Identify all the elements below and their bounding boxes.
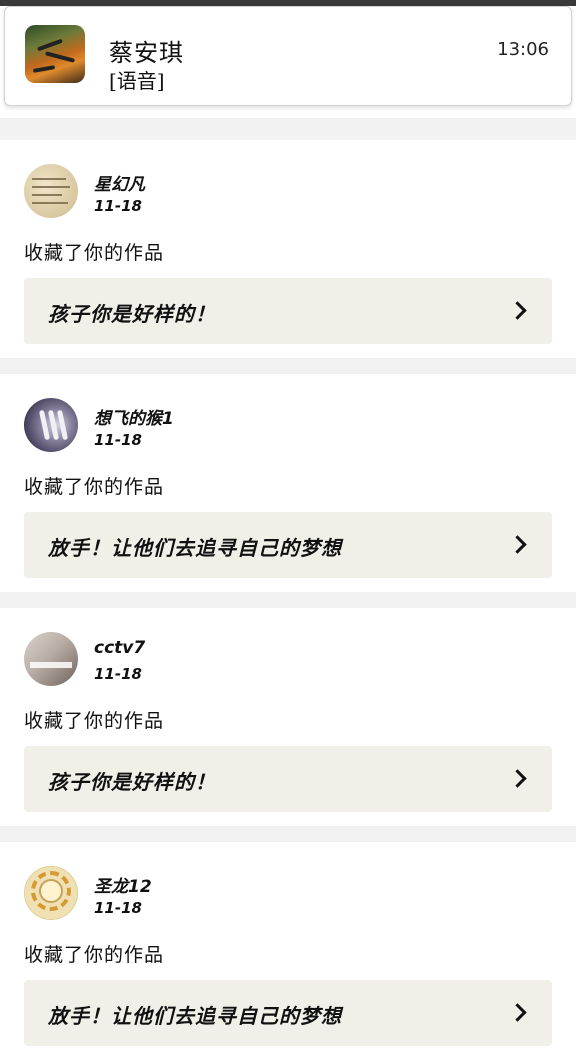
list-item: 想飞的猴1 11-18 收藏了你的作品 放手！让他们去追寻自己的梦想: [0, 374, 576, 592]
work-title: 放手！让他们去追寻自己的梦想: [48, 536, 342, 560]
work-link[interactable]: 放手！让他们去追寻自己的梦想: [24, 512, 552, 578]
list-item: cctv7 11-18 收藏了你的作品 孩子你是好样的！: [0, 608, 576, 826]
action-text: 收藏了你的作品: [24, 944, 165, 966]
notification-avatar: [25, 25, 85, 83]
work-title: 放手！让他们去追寻自己的梦想: [48, 1004, 342, 1028]
message-notification[interactable]: 蔡安琪 [语音] 13:06: [4, 6, 572, 106]
notification-sender: 蔡安琪: [109, 39, 184, 67]
work-title: 孩子你是好样的！: [48, 302, 216, 326]
avatar[interactable]: [24, 632, 78, 686]
username[interactable]: 圣龙12: [94, 872, 152, 897]
avatar[interactable]: [24, 866, 78, 920]
work-link[interactable]: 放手！让他们去追寻自己的梦想: [24, 980, 552, 1046]
action-text: 收藏了你的作品: [24, 476, 165, 498]
date: 11-18: [94, 665, 142, 683]
notification-message: [语音]: [109, 69, 165, 93]
work-link[interactable]: 孩子你是好样的！: [24, 746, 552, 812]
chevron-right-icon: [508, 769, 527, 788]
chevron-right-icon: [508, 535, 527, 554]
avatar[interactable]: [24, 398, 78, 452]
chevron-right-icon: [508, 1003, 527, 1022]
chevron-right-icon: [508, 301, 527, 320]
username[interactable]: 想飞的猴1: [94, 404, 174, 429]
username[interactable]: cctv7: [94, 638, 145, 658]
work-link[interactable]: 孩子你是好样的！: [24, 278, 552, 344]
work-title: 孩子你是好样的！: [48, 770, 216, 794]
action-text: 收藏了你的作品: [24, 242, 165, 264]
list-item: 星幻凡 11-18 收藏了你的作品 孩子你是好样的！: [0, 140, 576, 358]
avatar[interactable]: [24, 164, 78, 218]
notification-time: 13:06: [497, 39, 549, 60]
action-text: 收藏了你的作品: [24, 710, 165, 732]
date: 11-18: [94, 197, 142, 215]
username[interactable]: 星幻凡: [94, 170, 145, 195]
list-item: 圣龙12 11-18 收藏了你的作品 放手！让他们去追寻自己的梦想: [0, 842, 576, 1060]
date: 11-18: [94, 899, 142, 917]
date: 11-18: [94, 431, 142, 449]
